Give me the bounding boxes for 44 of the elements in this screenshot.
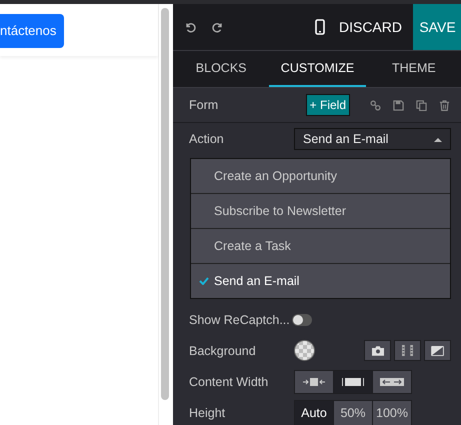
width-option-button[interactable] <box>333 370 372 392</box>
section-title: Form <box>189 98 218 112</box>
dropdown-option[interactable]: Send an E-mail <box>191 263 450 298</box>
toggle-switch[interactable] <box>292 314 312 326</box>
trash-icon[interactable] <box>439 100 450 110</box>
camera-icon <box>372 346 384 356</box>
height-option-button[interactable]: 100% <box>372 400 411 424</box>
check-icon <box>199 277 209 285</box>
width-option-button[interactable] <box>372 370 411 392</box>
color-picker[interactable] <box>294 340 315 361</box>
gradient-icon <box>431 346 444 356</box>
mobile-phone-icon[interactable] <box>314 19 325 35</box>
dropdown-option[interactable]: Create a Task <box>191 228 450 263</box>
field-label: Action <box>189 132 225 146</box>
narrow-width-icon <box>303 378 325 386</box>
field-label: Background <box>189 344 257 358</box>
redo-icon[interactable] <box>212 21 224 33</box>
undo-icon[interactable] <box>184 21 196 33</box>
caret-icon <box>434 136 442 142</box>
width-option-button[interactable] <box>295 370 333 392</box>
image-button[interactable] <box>364 340 391 361</box>
tab[interactable]: BLOCKS <box>173 51 270 87</box>
full-width-icon <box>342 378 364 386</box>
field-label: Content Width <box>189 374 270 388</box>
dropdown-option[interactable]: Create an Opportunity <box>191 159 450 193</box>
contact-button[interactable]: ntáctenos <box>0 14 64 48</box>
copy-icon[interactable] <box>416 100 427 110</box>
field-label: Show ReCaptch... <box>189 312 291 326</box>
dropdown-option[interactable]: Subscribe to Newsletter <box>191 193 450 228</box>
scrollbar-thumb[interactable] <box>161 8 169 400</box>
field-label: Height <box>189 406 226 420</box>
wide-width-icon <box>380 378 404 386</box>
tab[interactable]: THEME <box>366 51 461 87</box>
height-option-button[interactable]: 50% <box>333 400 372 424</box>
video-button[interactable] <box>394 340 421 361</box>
link-icon[interactable] <box>370 100 381 110</box>
gradient-button[interactable] <box>424 340 451 361</box>
save-button[interactable]: SAVE <box>413 4 461 50</box>
discard-button[interactable]: DISCARD <box>338 4 413 50</box>
height-option-button[interactable]: Auto <box>295 400 333 424</box>
action-select[interactable]: Send an E-mail <box>294 128 451 150</box>
add-field-button[interactable]: + Field <box>306 94 350 116</box>
film-icon <box>402 345 413 356</box>
save-icon[interactable] <box>393 100 404 110</box>
